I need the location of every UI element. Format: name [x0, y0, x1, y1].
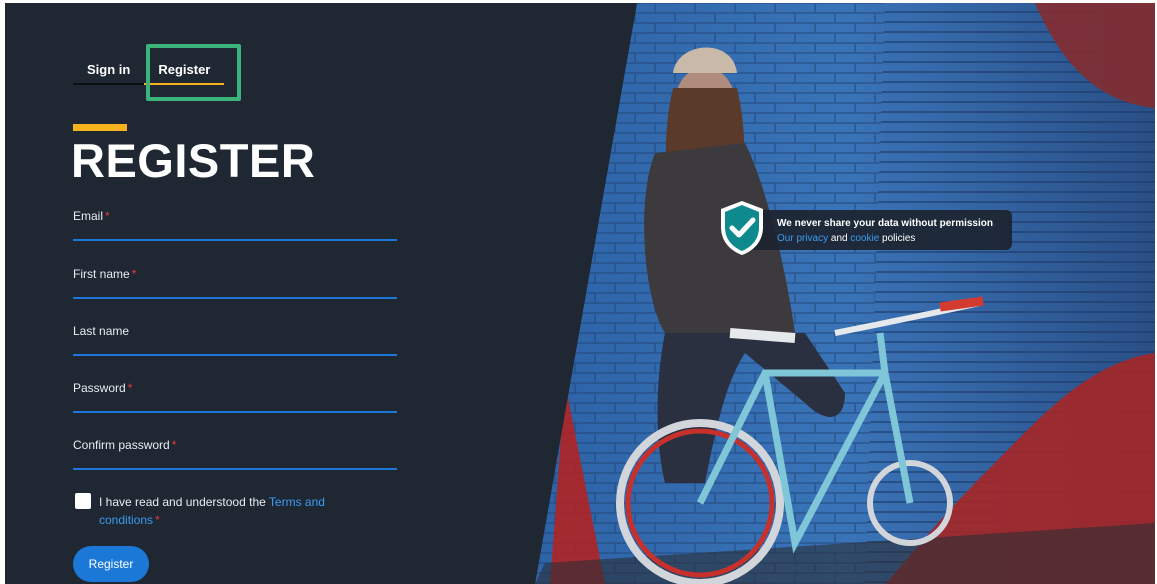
- privacy-links: Our privacy and cookie policies: [777, 233, 916, 244]
- required-marker: *: [131, 267, 137, 281]
- password-label: Password *: [73, 381, 133, 395]
- last-name-field[interactable]: Last name: [73, 324, 397, 356]
- privacy-link[interactable]: Our privacy: [777, 233, 828, 244]
- email-label: Email *: [73, 209, 110, 223]
- register-page: Sign in Register REGISTER Email * First n…: [5, 3, 1155, 584]
- title-accent-bar: [73, 124, 127, 131]
- password-field[interactable]: Password *: [73, 381, 397, 413]
- email-input[interactable]: [73, 223, 397, 239]
- cookie-link[interactable]: cookie: [850, 233, 879, 244]
- privacy-notice: We never share your data without permiss…: [718, 199, 1012, 255]
- register-panel: Sign in Register REGISTER Email * First n…: [5, 3, 645, 584]
- last-name-label: Last name: [73, 324, 130, 338]
- required-marker: *: [155, 513, 160, 527]
- password-input[interactable]: [73, 395, 397, 411]
- shield-check-icon: [721, 201, 763, 255]
- required-marker: *: [127, 381, 133, 395]
- terms-label: I have read and understood the Terms and…: [99, 495, 325, 527]
- first-name-input[interactable]: [73, 281, 397, 297]
- first-name-label: First name *: [73, 267, 137, 281]
- required-marker: *: [105, 209, 110, 223]
- confirm-password-field[interactable]: Confirm password *: [73, 438, 397, 470]
- tab-sign-in[interactable]: Sign in: [73, 61, 145, 85]
- email-field[interactable]: Email *: [73, 209, 397, 241]
- page-title: REGISTER: [71, 134, 316, 187]
- register-button[interactable]: Register: [73, 546, 149, 582]
- terms-row: I have read and understood the Terms and…: [75, 493, 375, 529]
- privacy-headline: We never share your data without permiss…: [777, 218, 993, 229]
- required-marker: *: [171, 438, 177, 452]
- last-name-input[interactable]: [73, 338, 397, 354]
- auth-tabs: Sign in Register: [73, 61, 225, 87]
- tab-register[interactable]: Register: [144, 61, 225, 85]
- terms-checkbox[interactable]: [75, 493, 91, 509]
- privacy-card: [748, 210, 1012, 250]
- confirm-password-input[interactable]: [73, 452, 397, 468]
- first-name-field[interactable]: First name *: [73, 267, 397, 299]
- confirm-password-label: Confirm password *: [73, 438, 177, 452]
